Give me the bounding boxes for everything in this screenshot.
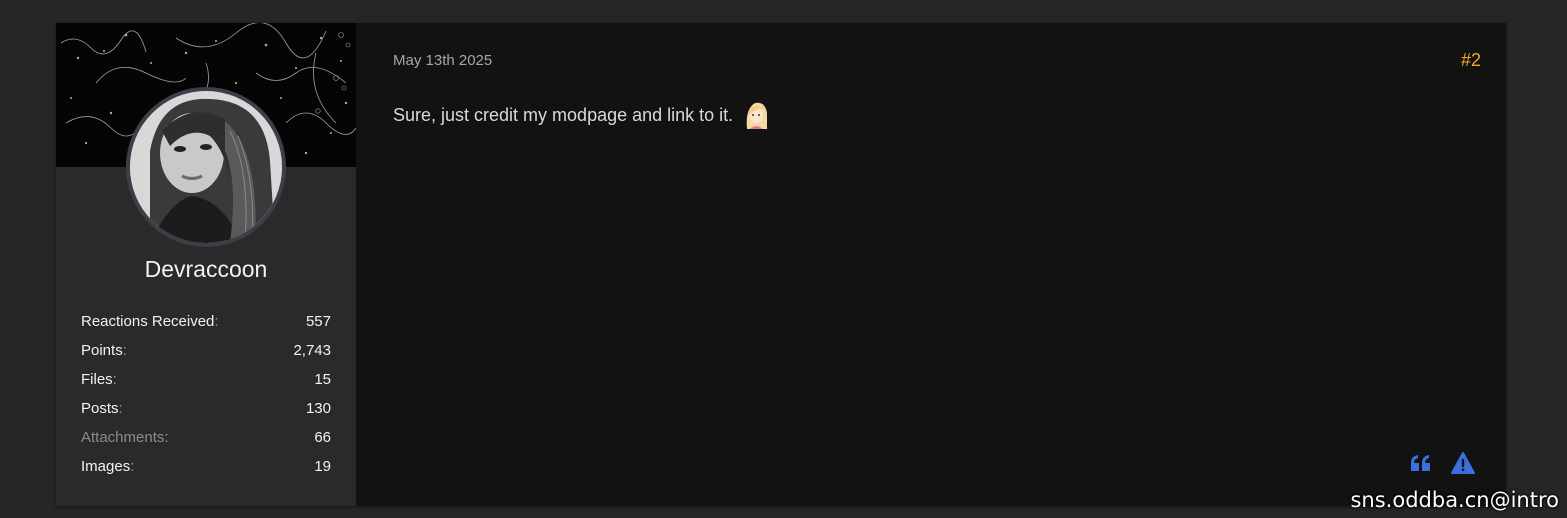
stat-label: Attachments (81, 429, 165, 446)
post-text: Sure, just credit my modpage and link to… (393, 104, 734, 125)
user-sidebar: Devraccoon Reactions Received: 557 Point… (56, 23, 356, 506)
user-stats: Reactions Received: 557 Points: 2,743 Fi… (81, 313, 331, 487)
post-actions (1408, 450, 1476, 476)
stat-value: 66 (314, 429, 331, 446)
post-content: May 13th 2025 #2 Sure, just credit my mo… (356, 23, 1506, 506)
stat-row-files: Files: 15 (81, 371, 331, 400)
stat-value: 19 (314, 458, 331, 475)
stat-row-attachments: Attachments: 66 (81, 429, 331, 458)
watermark: sns.oddba.cn@intro (1350, 488, 1559, 512)
quote-icon[interactable] (1408, 450, 1434, 476)
stat-label: Files (81, 371, 113, 388)
post-date[interactable]: May 13th 2025 (393, 52, 492, 69)
anime-girl-smiley-icon (741, 99, 769, 131)
stat-row-posts: Posts: 130 (81, 400, 331, 429)
stat-value: 2,743 (293, 342, 331, 359)
stat-row-images: Images: 19 (81, 458, 331, 487)
stat-label: Points (81, 342, 123, 359)
stat-value: 130 (305, 400, 331, 417)
username[interactable]: Devraccoon (56, 256, 356, 283)
stat-value: 557 (305, 313, 331, 330)
post-permalink[interactable]: #2 (1461, 50, 1481, 71)
stat-label: Images (81, 458, 131, 475)
stat-label: Posts (81, 400, 119, 417)
stat-row-reactions: Reactions Received: 557 (81, 313, 331, 342)
forum-post: Devraccoon Reactions Received: 557 Point… (56, 23, 1506, 506)
post-body: Sure, just credit my modpage and link to… (393, 99, 769, 131)
user-avatar[interactable] (126, 87, 286, 247)
stat-value: 15 (314, 371, 331, 388)
warning-triangle-icon[interactable] (1450, 450, 1476, 476)
stat-row-points: Points: 2,743 (81, 342, 331, 371)
stat-label: Reactions Received (81, 313, 215, 330)
